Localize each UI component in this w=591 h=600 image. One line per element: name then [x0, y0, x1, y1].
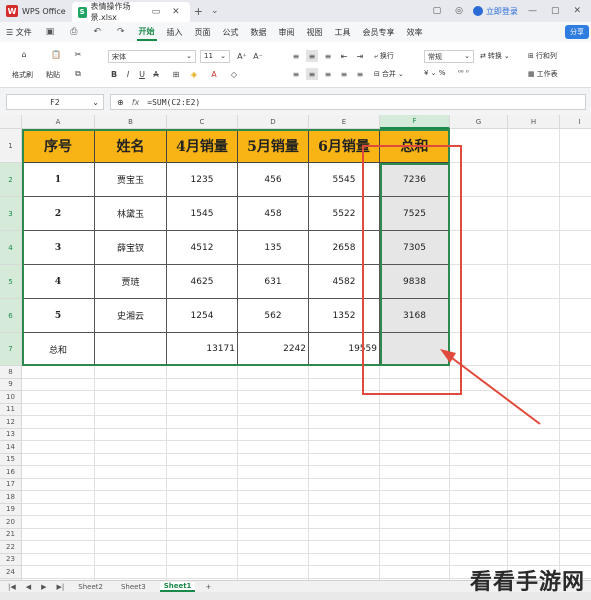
chevron-down-icon[interactable]: ⌄ — [207, 6, 223, 16]
menu-insert[interactable]: 插入 — [165, 25, 185, 40]
font-shrink-icon[interactable]: A⁻ — [252, 50, 264, 62]
add-sheet-icon[interactable]: + — [205, 583, 211, 591]
fx-icon[interactable]: fx — [132, 98, 140, 107]
bold-icon[interactable]: B — [108, 68, 120, 80]
formula-text: =SUM(C2:E2) — [147, 97, 201, 107]
format-painter-label[interactable]: 格式刷 — [12, 70, 33, 80]
menu-review[interactable]: 审阅 — [277, 25, 297, 40]
minimize-icon[interactable]: — — [524, 6, 541, 16]
strikethrough-icon[interactable]: A — [150, 68, 162, 80]
spreadsheet-icon: S — [77, 6, 87, 18]
wps-logo-icon: W — [6, 5, 18, 17]
copy-icon[interactable]: ⧉ — [72, 68, 84, 80]
currency-button[interactable]: ¥ ⌄ % — [424, 69, 445, 77]
sheet-tab-sheet2[interactable]: Sheet2 — [74, 583, 107, 591]
sheet-tab-sheet3[interactable]: Sheet3 — [117, 583, 150, 591]
formula-input[interactable]: ⊕ fx =SUM(C2:E2) — [110, 94, 586, 110]
underline-icon[interactable]: U — [136, 68, 148, 80]
menu-formula[interactable]: 公式 — [221, 25, 241, 40]
undo-icon[interactable]: ↶ — [89, 27, 105, 37]
align-top-icon[interactable]: ≡ — [290, 50, 302, 62]
distribute-icon[interactable]: ≡ — [354, 68, 366, 80]
first-sheet-icon[interactable]: |◀ — [8, 583, 16, 591]
font-grow-icon[interactable]: A⁺ — [236, 50, 248, 62]
merge-button[interactable]: ⊟ 合并 ⌄ — [374, 69, 404, 79]
formula-bar: F2 ⌄ ⊕ fx =SUM(C2:E2) — [0, 91, 591, 113]
next-sheet-icon[interactable]: ▶ — [41, 583, 46, 591]
indent-increase-icon[interactable]: ⇥ — [354, 50, 366, 62]
format-painter-icon[interactable]: ⌂ — [18, 48, 30, 60]
menu-data[interactable]: 数据 — [249, 25, 269, 40]
close-tab-icon[interactable]: ✕ — [168, 7, 184, 17]
new-tab-icon[interactable]: + — [190, 5, 207, 18]
skin-icon[interactable]: ◎ — [451, 6, 467, 16]
font-select[interactable]: 宋体 ⌄ — [108, 50, 196, 63]
layout-icon[interactable]: ▢ — [429, 6, 446, 16]
name-box[interactable]: F2 ⌄ — [6, 94, 104, 110]
title-bar: W WPS Office S 表情操作场景.xlsx ▭ ✕ + ⌄ ▢ ◎ 立… — [0, 0, 591, 22]
border-icon[interactable]: ⊞ — [170, 68, 182, 80]
wrap-button[interactable]: ⤶ 换行 — [374, 51, 394, 61]
align-right-icon[interactable]: ≡ — [322, 68, 334, 80]
document-tab[interactable]: S 表情操作场景.xlsx ▭ ✕ — [71, 2, 190, 22]
prev-sheet-icon[interactable]: ◀ — [26, 583, 31, 591]
number-format-select[interactable]: 常规 ⌄ — [424, 50, 474, 63]
login-label: 立即登录 — [485, 6, 518, 16]
justify-icon[interactable]: ≡ — [338, 68, 350, 80]
menu-view[interactable]: 视图 — [305, 25, 325, 40]
align-center-icon[interactable]: ≡ — [306, 68, 318, 80]
italic-icon[interactable]: I — [122, 68, 134, 80]
watermark: 看看手游网 — [469, 570, 585, 595]
convert-button[interactable]: ⇄ 转换 ⌄ — [480, 51, 510, 61]
sheet-tab-sheet1[interactable]: Sheet1 — [159, 581, 196, 592]
maximize-icon[interactable]: ▢ — [547, 6, 564, 16]
wps-home-tab[interactable]: W WPS Office — [0, 0, 72, 22]
redo-icon[interactable]: ↷ — [113, 27, 129, 37]
login-button[interactable]: 立即登录 — [472, 6, 518, 17]
save-icon[interactable]: ▣ — [42, 27, 59, 37]
menu-member[interactable]: 会员专享 — [361, 25, 397, 40]
print-icon[interactable]: ⎙ — [66, 27, 81, 37]
menu-page[interactable]: 页面 — [193, 25, 213, 40]
font-size-select[interactable]: 11 ⌄ — [200, 50, 230, 63]
menu-efficiency[interactable]: 效率 — [405, 25, 425, 40]
indent-decrease-icon[interactable]: ⇤ — [338, 50, 350, 62]
app-name: WPS Office — [22, 6, 66, 16]
spreadsheet-grid[interactable]: ABCDEFGHI 1 2 3 4 5 6 7 8 9 10 11 12 13 14 15 16 17 18 19 2… — [0, 115, 591, 580]
document-name: 表情操作场景.xlsx — [90, 2, 131, 22]
red-arrow — [440, 349, 541, 425]
last-sheet-icon[interactable]: ▶| — [57, 583, 65, 591]
avatar — [472, 6, 483, 16]
menu-home[interactable]: 开始 — [136, 24, 157, 41]
share-button[interactable]: 分享 — [565, 25, 589, 39]
fill-color-icon[interactable]: ◈ — [188, 68, 200, 80]
ribbon-toolbar: ⌂ 格式刷 📋 粘贴 ✂ ⧉ 宋体 ⌄ 11 ⌄ A⁺ A⁻ B I U A ⊞ ◈… — [0, 42, 591, 88]
worksheet-button[interactable]: ▦ 工作表 — [528, 69, 558, 79]
menu-file[interactable]: ☰ 文件 — [4, 25, 34, 40]
decimal-button[interactable]: ⁰⁰ ⁰ — [458, 69, 469, 77]
align-bottom-icon[interactable]: ≡ — [322, 50, 334, 62]
rows-cols-button[interactable]: ⊞ 行和列 — [528, 51, 557, 61]
window-icon[interactable]: ▭ — [148, 7, 165, 17]
paste-icon[interactable]: 📋 — [50, 48, 62, 60]
clear-format-icon[interactable]: ◇ — [228, 68, 240, 80]
font-color-icon[interactable]: A — [208, 68, 220, 80]
align-left-icon[interactable]: ≡ — [290, 68, 302, 80]
paste-label[interactable]: 粘贴 — [46, 70, 60, 80]
align-middle-icon[interactable]: ≡ — [306, 50, 318, 62]
cut-icon[interactable]: ✂ — [72, 48, 84, 60]
close-window-icon[interactable]: ✕ — [569, 6, 585, 16]
menu-tools[interactable]: 工具 — [333, 25, 353, 40]
menu-bar: ☰ 文件 ▣ ⎙ ↶ ↷ 开始 插入 页面 公式 数据 审阅 视图 工具 会员专… — [0, 22, 591, 42]
zoom-icon[interactable]: ⊕ — [117, 98, 124, 107]
